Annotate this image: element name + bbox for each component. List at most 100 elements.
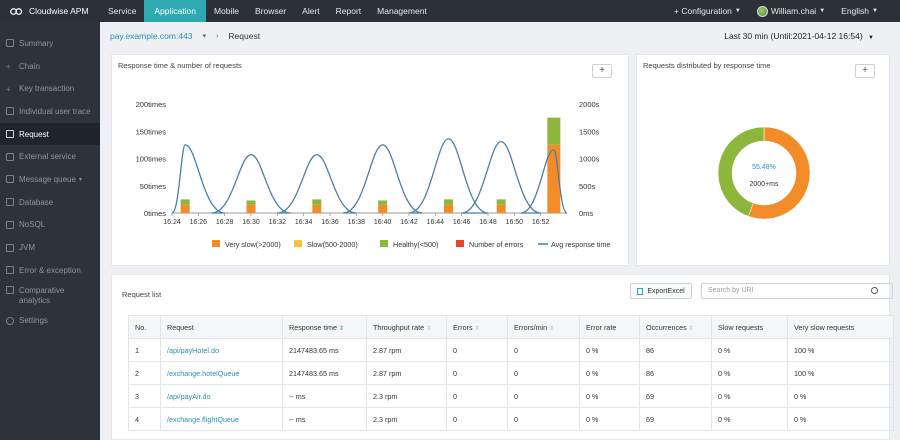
column-label: Response time (289, 322, 337, 332)
time-range-label: Last 30 min (Until:2021-04-12 16:54) (724, 31, 863, 41)
cloudwise-logo-icon (10, 7, 23, 15)
table-row[interactable]: 2/exchange.hotelQueue 2147483.65 ms 2.87 r… (128, 361, 894, 385)
chart-bar (246, 200, 256, 205)
jvm-icon (6, 243, 14, 252)
sidebar: Summary + Chain + Key transaction Individu… (0, 22, 100, 440)
request-link[interactable]: /api/payHotel.do (160, 338, 283, 362)
sidebar-item-comparative-analytics[interactable]: Comparative analytics (0, 282, 100, 310)
sort-icon[interactable]: ⇕ (689, 326, 694, 332)
export-excel-button[interactable]: ExportExcel (630, 283, 692, 299)
time-range-selector[interactable]: Last 30 min (Until:2021-04-12 16:54) ▼ (724, 31, 874, 41)
legend-label: Healthy(<500) (393, 240, 438, 249)
sidebar-item-label: External service (19, 152, 76, 162)
sort-icon[interactable]: ⇕ (426, 326, 431, 332)
y-left-tick-label: 0times (144, 209, 166, 218)
request-link[interactable]: /exchange.flightQueue (160, 407, 283, 431)
table-cell: 3 (128, 384, 161, 408)
column-label: Slow requests (718, 322, 764, 332)
sidebar-item-label: JVM (19, 243, 35, 253)
request-link[interactable]: /exchange.hotelQueue (160, 361, 283, 385)
col-throughput-rate[interactable]: Throughput rate ⇕ (366, 315, 447, 339)
x-tick-label: 16:52 (532, 219, 550, 226)
response-time-chart: 0times 50times 100times 150times 200times 0ms… (136, 100, 611, 249)
sort-icon[interactable]: ⇕ (475, 326, 480, 332)
nav-application[interactable]: Application (144, 0, 206, 22)
sidebar-item-message-queue[interactable]: Message queue ▾ (0, 168, 100, 191)
column-label: Error rate (586, 322, 617, 332)
search-placeholder: Search by URI (708, 287, 754, 294)
configuration-menu[interactable]: + Configuration ▼ (666, 6, 749, 16)
legend-label: Slow(500-2000) (307, 240, 358, 249)
sidebar-item-label: Key transaction (19, 84, 75, 94)
legend-swatch (380, 240, 388, 247)
sidebar-item-database[interactable]: Database (0, 191, 100, 214)
x-tick-label: 16:24 (163, 219, 181, 226)
sidebar-item-label: Request (19, 129, 49, 139)
sidebar-item-chain[interactable]: + Chain (0, 55, 100, 78)
y-right-tick-label: 500s (579, 182, 596, 191)
sidebar-item-label: Comparative analytics (19, 285, 65, 305)
donut-center-percent: 55.48% (752, 164, 776, 171)
response-time-panel: Response time & number of requests + 0ti… (111, 54, 629, 266)
column-label: Errors (453, 322, 473, 332)
col-request[interactable]: Request (160, 315, 283, 339)
sidebar-item-jvm[interactable]: JVM (0, 236, 100, 259)
chevron-down-icon: ▼ (872, 8, 878, 14)
nav-management[interactable]: Management (369, 0, 435, 22)
chart-bar (246, 204, 256, 213)
sidebar-item-key-transaction[interactable]: + Key transaction (0, 77, 100, 100)
table-cell: 1 (128, 338, 161, 362)
col-errors[interactable]: Errors ⇕ (446, 315, 508, 339)
nav-alert[interactable]: Alert (294, 0, 327, 22)
sidebar-item-settings[interactable]: Settings (0, 310, 100, 333)
user-menu[interactable]: William.chai ▼ (749, 5, 833, 17)
x-tick-label: 16:50 (506, 219, 524, 226)
sort-icon[interactable]: ⇕ (339, 326, 344, 332)
column-label: Errors/min (514, 322, 548, 332)
col-errors-per-min[interactable]: Errors/min ⇕ (507, 315, 580, 339)
chart-bar (444, 204, 453, 213)
search-icon[interactable] (871, 287, 878, 294)
request-link[interactable]: /api/payAir.do (160, 384, 283, 408)
nav-mobile[interactable]: Mobile (206, 0, 247, 22)
chevron-right-icon: › (216, 32, 219, 40)
host-selector[interactable]: pay.example.com:443 (110, 31, 193, 41)
col-very-slow-requests[interactable]: Very slow requests (787, 315, 894, 339)
table-cell: 0 (446, 384, 508, 408)
brand[interactable]: Cloudwise APM (0, 6, 100, 16)
sidebar-item-nosql[interactable]: NoSQL (0, 214, 100, 237)
col-slow-requests[interactable]: Slow requests (711, 315, 788, 339)
nosql-icon (6, 220, 14, 229)
sidebar-item-external-service[interactable]: External service (0, 145, 100, 168)
search-input[interactable]: Search by URI (701, 283, 893, 299)
message-queue-icon (6, 175, 14, 184)
table-row[interactable]: 1/api/payHotel.do 2147483.65 ms 2.87 rpm 0 0… (128, 338, 894, 362)
sidebar-item-error-exception[interactable]: Error & exception (0, 259, 100, 282)
table-cell: 0 % (579, 384, 640, 408)
sidebar-item-summary[interactable]: Summary (0, 32, 100, 55)
request-list-title: Request list (122, 290, 162, 299)
sidebar-item-label: Settings (19, 316, 48, 326)
column-label: Occurrences (646, 322, 687, 332)
table-cell: -- ms (282, 407, 367, 431)
y-right-tick-label: 1000s (579, 155, 600, 164)
chevron-down-icon: ▼ (868, 35, 874, 41)
chevron-down-icon[interactable]: ▾ (203, 32, 207, 40)
sidebar-item-request[interactable]: Request (0, 122, 100, 146)
chart-bar (444, 199, 453, 205)
nav-browser[interactable]: Browser (247, 0, 294, 22)
nav-service[interactable]: Service (100, 0, 144, 22)
sort-icon[interactable]: ⇕ (549, 326, 554, 332)
avatar (756, 5, 768, 17)
col-occurrences[interactable]: Occurrences ⇕ (639, 315, 712, 339)
col-response-time[interactable]: Response time ⇕ (282, 315, 367, 339)
error-icon (6, 266, 14, 275)
nav-report[interactable]: Report (328, 0, 370, 22)
table-row[interactable]: 4/exchange.flightQueue -- ms 2.3 rpm 0 0 0 % 6… (128, 407, 894, 431)
sidebar-item-individual-user-trace[interactable]: Individual user trace (0, 100, 100, 123)
table-row[interactable]: 3/api/payAir.do -- ms 2.3 rpm 0 0 0 % 69 0 % 0 % (128, 384, 894, 408)
column-label: Request (167, 322, 194, 332)
table-cell: 100 % (787, 361, 894, 385)
language-menu[interactable]: English ▼ (833, 6, 886, 16)
col-error-rate[interactable]: Error rate (579, 315, 640, 339)
